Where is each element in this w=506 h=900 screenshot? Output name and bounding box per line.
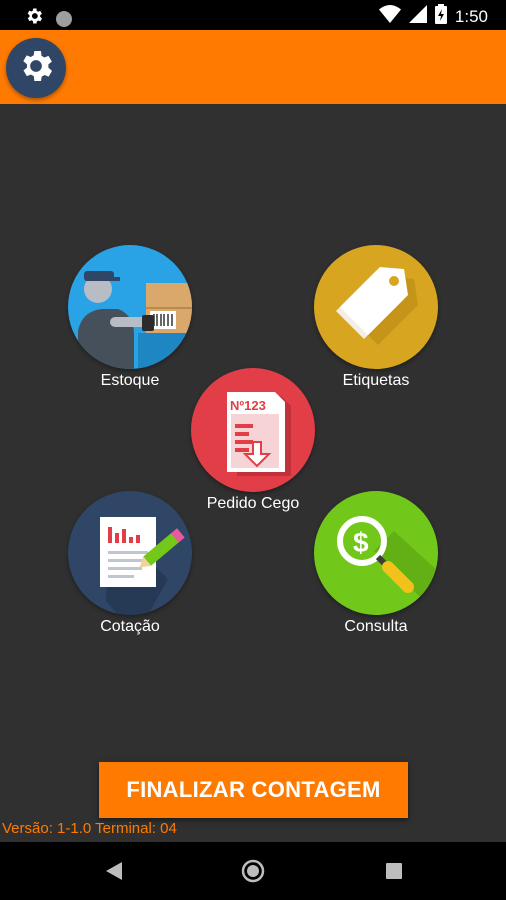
menu-item-etiquetas[interactable]: Etiquetas <box>306 245 446 391</box>
menu-item-consulta[interactable]: $ Consulta <box>306 491 446 637</box>
settings-icon <box>24 6 44 31</box>
back-icon[interactable] <box>106 862 122 885</box>
svg-text:$: $ <box>353 527 369 558</box>
wifi-icon <box>378 5 401 28</box>
magnifier-dollar-icon: $ <box>314 491 438 615</box>
tags-icon <box>314 245 438 369</box>
menu-label: Etiquetas <box>342 372 410 389</box>
home-icon[interactable] <box>241 859 265 888</box>
version-text: Versão: 1-1.0 Terminal: 04 <box>2 820 177 837</box>
menu-label: Pedido Cego <box>206 495 300 512</box>
circle-icon <box>56 10 72 27</box>
recents-icon[interactable] <box>386 863 402 884</box>
menu-item-estoque[interactable]: Estoque <box>60 245 200 391</box>
document-download-icon: Nº123 <box>191 368 315 492</box>
signal-icon <box>408 5 427 28</box>
menu-label: Cotação <box>100 618 160 635</box>
status-bar: 1:50 <box>0 0 506 30</box>
menu-item-pedido-cego[interactable]: Nº123 Pedido Cego <box>183 368 323 514</box>
app-bar <box>0 30 506 104</box>
menu-label: Consulta <box>344 618 408 635</box>
settings-button[interactable] <box>6 38 66 98</box>
navigation-bar <box>0 842 506 900</box>
menu-item-cotacao[interactable]: Cotação <box>60 491 200 637</box>
document-chart-pencil-icon <box>68 491 192 615</box>
order-number-text: Nº123 <box>230 398 266 413</box>
gear-icon <box>16 46 56 91</box>
status-time: 1:50 <box>454 6 488 26</box>
warehouse-worker-icon <box>68 245 192 369</box>
menu-label: Estoque <box>100 372 160 389</box>
battery-icon <box>434 4 447 29</box>
finalize-count-button[interactable]: FINALIZAR CONTAGEM <box>99 762 408 818</box>
